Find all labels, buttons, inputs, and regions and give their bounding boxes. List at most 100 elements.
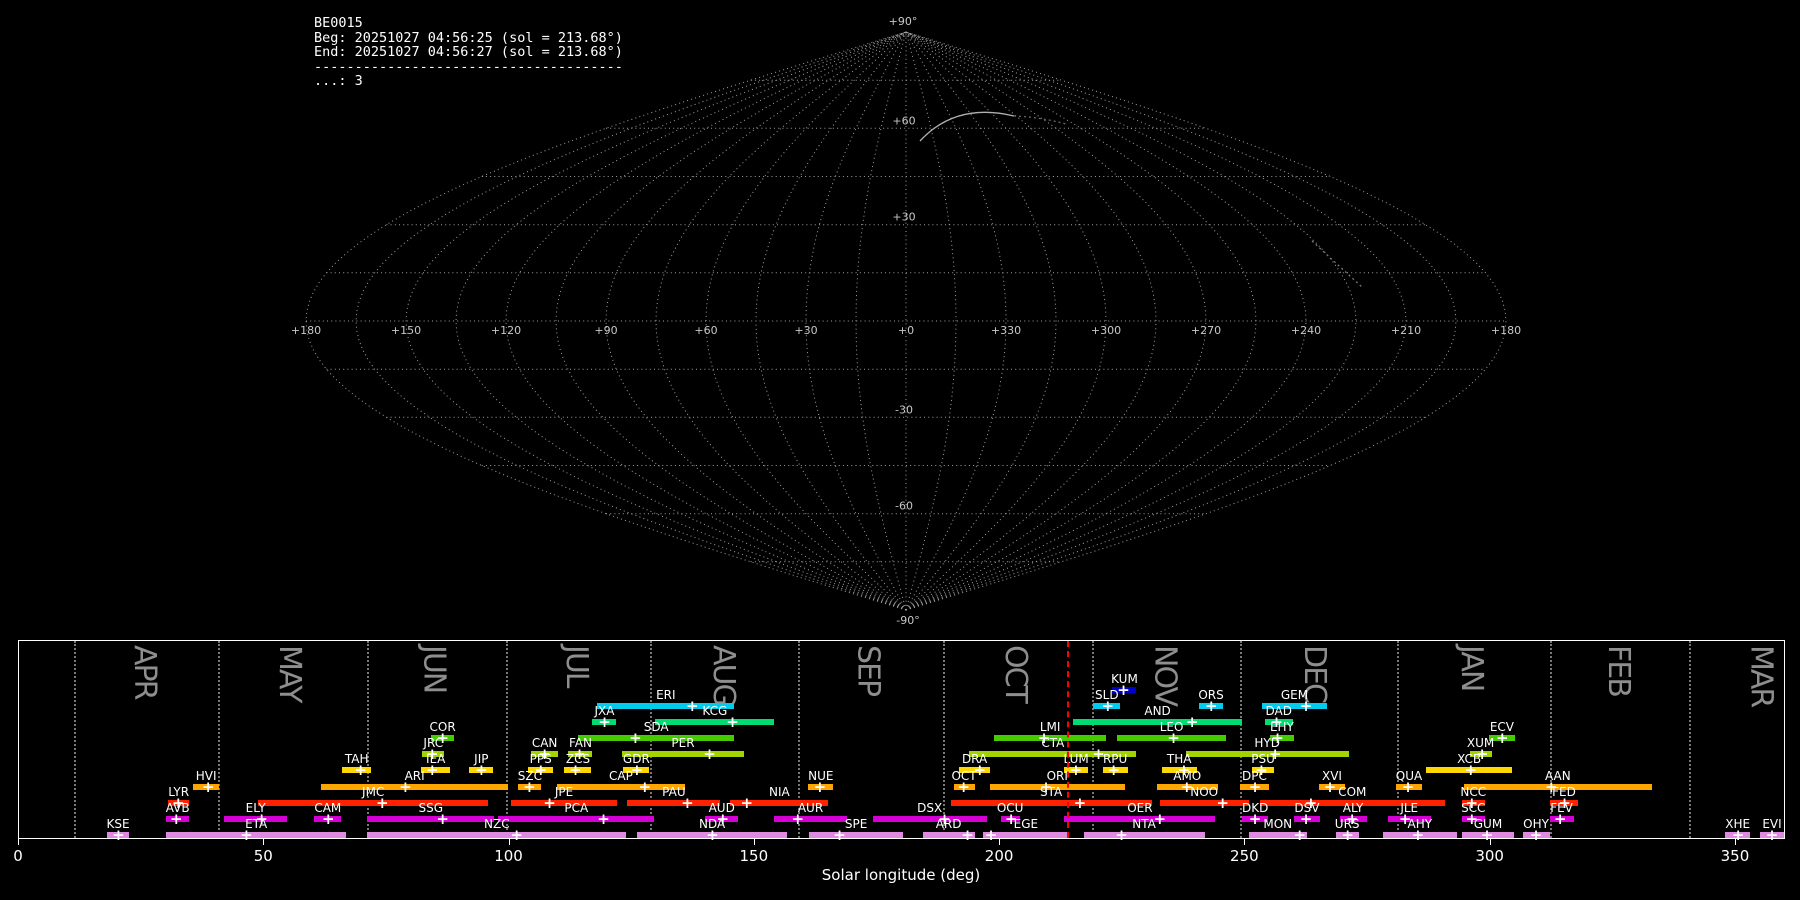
axis-tick [753,839,755,845]
map-latitude-label: -30 [895,403,913,416]
peak-marker: + [1293,826,1306,844]
meteor-trail [919,111,1015,142]
peak-marker: + [638,778,652,796]
month-boundary-line [1688,641,1691,838]
axis-tick-label: 250 [1230,847,1259,865]
peak-marker: + [376,794,389,812]
map-longitude-label: +210 [1391,324,1421,337]
peak-marker: + [813,778,827,796]
peak-marker: + [1411,826,1425,844]
map-latitude-label: -60 [895,500,913,513]
peak-marker: + [1465,794,1479,812]
meteor-shower-app: { "header": { "station": "BE0015", "beg_… [0,0,1800,900]
peak-marker: + [1180,778,1194,796]
axis-tick-label: 350 [1720,847,1750,865]
axis-tick [999,839,1001,845]
grid-meridian [905,31,1157,611]
month-label: AUG [705,645,741,705]
shower-bar [166,832,347,838]
peak-marker: + [1558,794,1571,812]
shower-code-label: AUR [797,801,824,815]
map-longitude-label: +60 [694,324,717,337]
peak-marker: + [171,794,185,812]
peak-marker: + [1480,826,1494,844]
shower-bar [808,832,904,838]
month-label: OCT [997,645,1033,702]
axis-tick-label: 150 [739,847,769,865]
peak-marker: + [322,810,335,828]
peak-marker: + [1167,729,1180,747]
peak-marker: + [597,810,610,828]
shower-code-label: AND [1144,704,1171,718]
peak-marker: + [703,745,716,763]
peak-marker: + [961,826,974,844]
month-boundary-line [218,641,221,838]
map-longitude-label: +150 [391,324,421,337]
peak-marker: + [436,810,449,828]
map-longitude-label: +90 [594,324,617,337]
peak-marker: + [112,826,125,844]
month-boundary-line [73,641,76,838]
map-latitude-label: +30 [892,211,915,224]
peak-marker: + [573,745,586,763]
peak-marker: + [475,761,488,779]
peak-marker: + [1271,729,1284,747]
peak-marker: + [984,826,998,844]
peak-marker: + [1495,729,1509,747]
shower-code-label: AAN [1544,769,1571,783]
map-longitude-label: +180 [291,324,321,337]
axis-tick-label: 300 [1475,847,1504,865]
map-longitude-label: +270 [1191,324,1221,337]
peak-marker: + [1069,761,1083,779]
map-longitude-label: +330 [991,324,1021,337]
map-longitude-label: +0 [898,324,914,337]
peak-marker: + [630,761,644,779]
peak-marker: + [716,810,730,828]
axis-tick-label: 200 [984,847,1014,865]
peak-marker: + [569,761,582,779]
meteor-trail [1311,240,1364,289]
peak-marker: + [1248,810,1262,828]
map-pole-bottom-label: -90° [896,614,919,627]
peak-marker: + [973,761,987,779]
peak-marker: + [1304,794,1318,812]
peak-marker: + [1465,810,1479,828]
peak-marker: + [1323,778,1337,796]
grid-meridian [305,31,907,611]
peak-marker: + [1216,794,1229,812]
shower-code-label: NIA [768,785,790,799]
peak-marker: + [791,810,805,828]
peak-marker: + [1401,778,1415,796]
peak-marker: + [1037,729,1051,747]
peak-marker: + [436,729,449,747]
peak-marker: + [354,761,367,779]
peak-marker: + [681,794,694,812]
peak-marker: + [1185,713,1199,731]
peak-marker: + [1255,761,1268,779]
detection-count: ...: 3 [314,73,363,90]
shower-code-label: SSG [418,801,444,815]
month-label: JUL [558,645,594,687]
peak-marker: + [255,810,268,828]
peak-marker: + [201,778,215,796]
peak-marker: + [1117,681,1130,699]
peak-marker: + [1101,697,1115,715]
month-label: JAN [1454,645,1490,691]
peak-marker: + [1177,761,1191,779]
sky-map: +180 +150 +120 +90 +60 +30 +0 +330 +300 +270 +240 +… [291,15,1521,627]
peak-marker: + [510,826,523,844]
axis-tick-label: 50 [253,847,273,865]
peak-marker: + [1299,810,1313,828]
peak-marker: + [169,810,183,828]
map-latitude-label: +60 [892,114,915,127]
peak-marker: + [686,697,699,715]
map-longitude-label: +300 [1091,324,1121,337]
month-label: JUN [416,645,452,693]
meteor-trail [1013,115,1067,125]
peak-marker: + [938,810,951,828]
peak-marker: + [523,778,536,796]
peak-marker: + [426,745,439,763]
month-label: MAY [271,645,307,702]
shower-code-label: PAU [662,785,686,799]
axis-tick [18,839,19,845]
